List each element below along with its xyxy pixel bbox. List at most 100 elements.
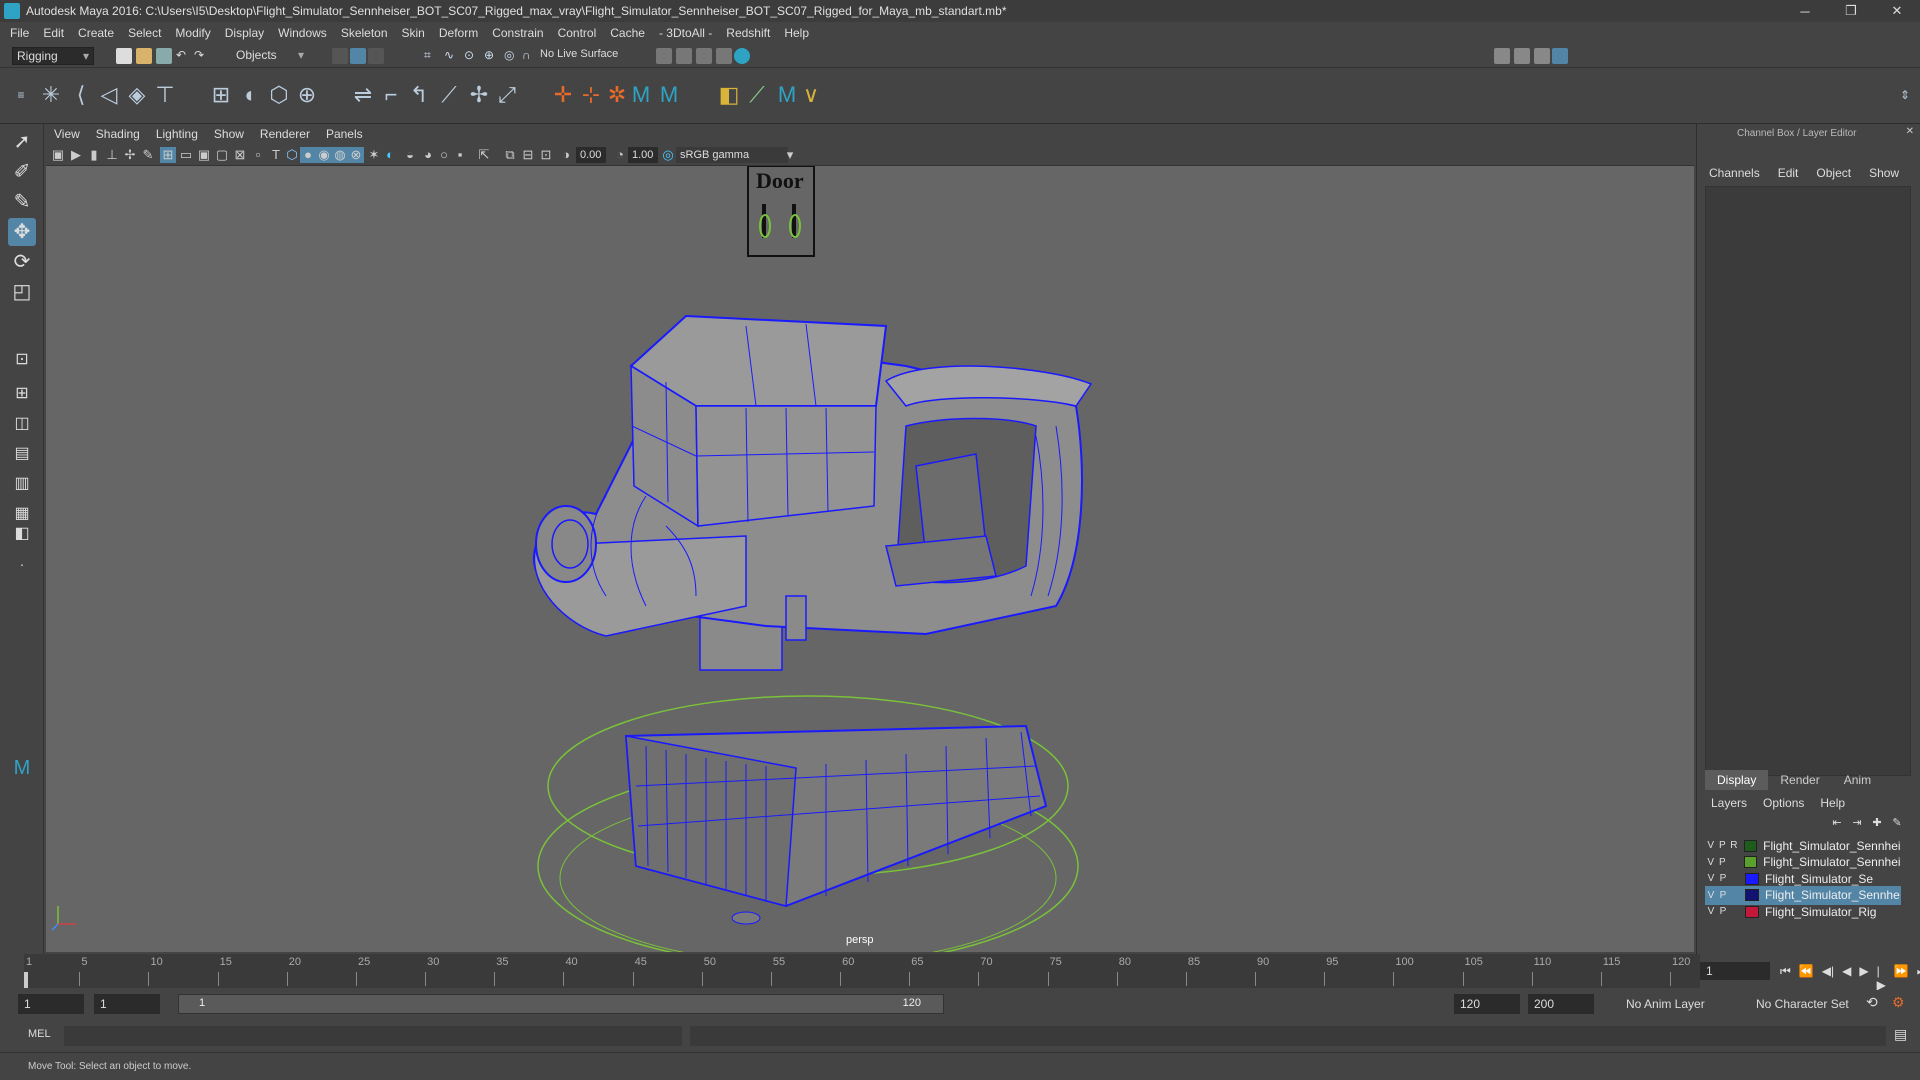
xray-joints-icon[interactable]: ⧉ xyxy=(502,147,518,163)
panel-close-icon[interactable]: ✕ xyxy=(1906,126,1914,137)
close-button[interactable]: ✕ xyxy=(1874,0,1920,22)
insert-joint-icon[interactable]: ⟨ xyxy=(68,82,94,108)
panel-menu-renderer[interactable]: Renderer xyxy=(260,127,310,141)
view-transform-chevron-icon[interactable]: ▾ xyxy=(782,147,798,163)
channel-menu-object[interactable]: Object xyxy=(1816,166,1851,180)
magnet-icon[interactable]: ∩ xyxy=(522,48,538,64)
set-key-icon[interactable]: ◧ xyxy=(716,82,742,108)
layer-color-swatch[interactable] xyxy=(1745,889,1759,901)
viewport-persp[interactable]: Door persp xyxy=(46,166,1694,952)
lattice-icon[interactable]: ⊞ xyxy=(208,82,234,108)
step-back-frame-icon[interactable]: ◀| xyxy=(1822,964,1834,992)
layer-flag-v[interactable]: V xyxy=(1705,840,1717,851)
open-scene-icon[interactable] xyxy=(136,48,152,64)
anim-prefs-icon[interactable]: ⚙ xyxy=(1892,994,1905,1011)
snap-grid-icon[interactable]: ⌗ xyxy=(424,48,440,64)
scale-tool-icon[interactable]: ◰ xyxy=(8,278,36,306)
command-language-label[interactable]: MEL xyxy=(28,1028,51,1040)
film-gate-icon[interactable]: ▭ xyxy=(178,147,194,163)
select-object-icon[interactable] xyxy=(350,48,366,64)
isolate-select-icon[interactable]: ⇱ xyxy=(476,147,492,163)
cluster-icon[interactable]: ◐ xyxy=(238,82,264,108)
gamma-field[interactable]: 1.00 xyxy=(628,147,658,163)
move-layer-up-icon[interactable]: ⇤ xyxy=(1832,816,1841,832)
wireframe-icon[interactable]: ⬡ xyxy=(284,147,300,163)
exposure-icon[interactable]: ◑ xyxy=(558,147,574,163)
menu-redshift[interactable]: Redshift xyxy=(726,26,770,40)
character-set-dropdown[interactable]: No Character Set xyxy=(1750,994,1862,1014)
anim-layer-dropdown[interactable]: No Anim Layer xyxy=(1620,994,1730,1014)
play-back-icon[interactable]: ◀ xyxy=(1842,964,1851,992)
detach-skin-icon[interactable]: ⟋ xyxy=(436,82,462,108)
ipr-render-icon[interactable] xyxy=(696,48,712,64)
tab-render[interactable]: Render xyxy=(1768,770,1831,790)
tab-anim[interactable]: Anim xyxy=(1832,770,1883,790)
antialiasing-icon[interactable]: ▪ xyxy=(452,147,468,163)
image-plane-icon[interactable]: ⊥ xyxy=(104,147,120,163)
play-forward-icon[interactable]: ▶ xyxy=(1859,964,1868,992)
menu-windows[interactable]: Windows xyxy=(278,26,327,40)
layer-menu-layers[interactable]: Layers xyxy=(1711,796,1747,810)
shelf-scroll-icon[interactable]: ⇕ xyxy=(1892,82,1918,108)
orient-joint-icon[interactable]: ◈ xyxy=(124,82,150,108)
ambient-occlusion-icon[interactable]: ◕ xyxy=(420,147,436,163)
panel-menu-show[interactable]: Show xyxy=(214,127,244,141)
mirror-joint-icon[interactable]: ◁ xyxy=(96,82,122,108)
command-input[interactable] xyxy=(64,1026,682,1046)
menu-constrain[interactable]: Constrain xyxy=(492,26,543,40)
render-view-icon[interactable] xyxy=(716,48,732,64)
blend-shape-icon[interactable]: ✢ xyxy=(466,82,492,108)
menu-display[interactable]: Display xyxy=(225,26,264,40)
snap-view-icon[interactable]: ⊕ xyxy=(484,48,500,64)
door-control[interactable]: Door xyxy=(747,166,815,257)
channel-list-area[interactable] xyxy=(1705,186,1911,776)
more-layouts-icon[interactable]: · xyxy=(8,550,36,578)
select-hierarchy-icon[interactable] xyxy=(332,48,348,64)
shadows-icon[interactable]: ◐ xyxy=(382,147,398,163)
snap-surface-icon[interactable]: ◎ xyxy=(504,48,520,64)
layout-outliner-icon[interactable]: ▤ xyxy=(8,440,36,468)
maximize-button[interactable]: ❐ xyxy=(1828,0,1874,22)
layer-flag-r[interactable]: R xyxy=(1728,840,1740,851)
menu-help[interactable]: Help xyxy=(784,26,809,40)
xray-active-icon[interactable]: ⊟ xyxy=(520,147,536,163)
move-layer-down-icon[interactable]: ⇥ xyxy=(1852,816,1861,832)
simulator-base[interactable] xyxy=(624,609,1048,925)
textured-icon[interactable]: ◍ xyxy=(332,147,348,163)
isolate-icon[interactable]: ◒ xyxy=(402,147,418,163)
script-editor-icon[interactable]: ▤ xyxy=(1894,1026,1907,1043)
playback-end-field[interactable]: 120 xyxy=(1454,994,1520,1014)
render-frame-icon[interactable] xyxy=(676,48,692,64)
panel-menu-shading[interactable]: Shading xyxy=(96,127,140,141)
motion-path-icon[interactable]: M xyxy=(774,82,800,108)
smooth-shade-icon[interactable]: ● xyxy=(300,147,316,163)
layer-flag-p[interactable]: P xyxy=(1717,857,1729,868)
attribute-editor-icon[interactable] xyxy=(1514,48,1530,64)
save-scene-icon[interactable] xyxy=(156,48,172,64)
rotate-tool-icon[interactable]: ⟳ xyxy=(8,248,36,276)
camera-select-icon[interactable]: ▣ xyxy=(50,147,66,163)
channel-menu-show[interactable]: Show xyxy=(1869,166,1899,180)
layer-flag-p[interactable]: P xyxy=(1717,873,1729,884)
minimize-button[interactable]: ─ xyxy=(1782,0,1828,22)
step-forward-key-icon[interactable]: ⏩ xyxy=(1894,964,1909,992)
bookmark-icon[interactable]: ▮ xyxy=(86,147,102,163)
step-forward-frame-icon[interactable]: |▶ xyxy=(1877,964,1886,992)
time-slider[interactable]: 1 5 10 15 20 25 30 35 40 45 50 55 60 65 70 75 80 85 90 95 10… xyxy=(24,954,1700,988)
current-time-marker[interactable] xyxy=(24,972,28,988)
playback-start-field[interactable]: 1 xyxy=(94,994,160,1014)
menu-skin[interactable]: Skin xyxy=(402,26,425,40)
ghost-icon[interactable]: ∨ xyxy=(798,82,824,108)
menu-file[interactable]: File xyxy=(10,26,29,40)
panel-menu-lighting[interactable]: Lighting xyxy=(156,127,198,141)
layer-flag-v[interactable]: V xyxy=(1705,873,1717,884)
aim-constraint-icon[interactable]: ⊹ xyxy=(578,82,604,108)
gamma-icon[interactable]: ◔ xyxy=(612,147,628,163)
wrap-deformer-icon[interactable]: ⬡ xyxy=(266,82,292,108)
hik-control-icon[interactable]: M xyxy=(656,82,682,108)
menu-create[interactable]: Create xyxy=(78,26,114,40)
shelf-menu-icon[interactable]: ≡ xyxy=(8,82,34,108)
channel-menu-channels[interactable]: Channels xyxy=(1709,166,1760,180)
orient-constraint-icon[interactable]: ✲ xyxy=(604,82,630,108)
nonlinear-icon[interactable]: ⤢ xyxy=(494,82,520,108)
